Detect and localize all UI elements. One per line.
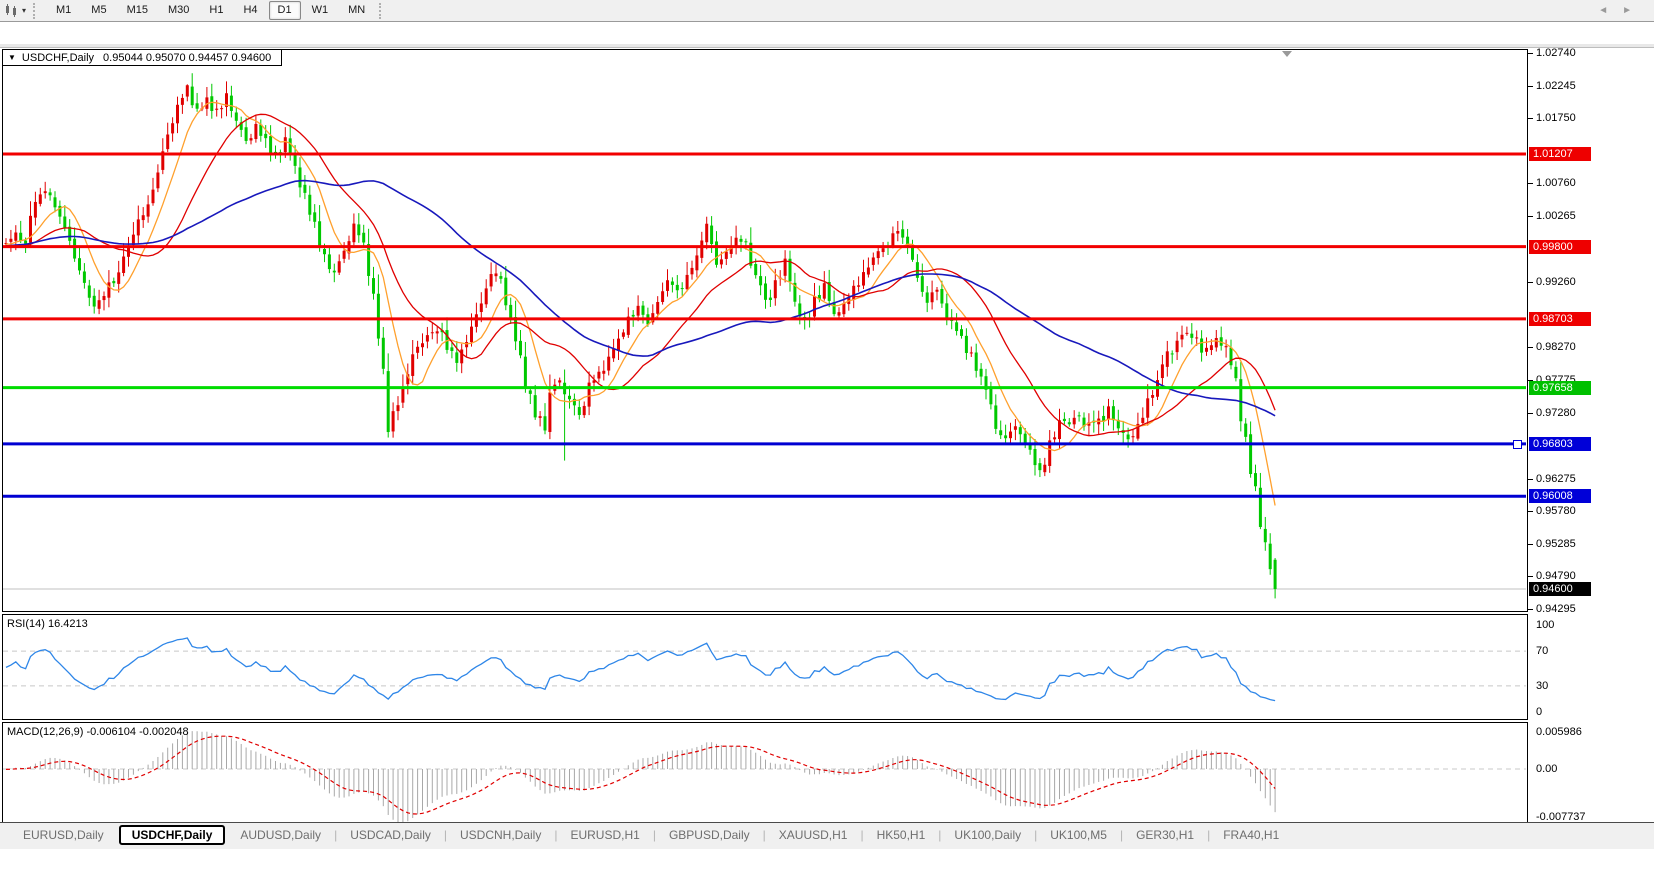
price-axis-tick: 1.02740 xyxy=(1536,47,1576,59)
price-axis-tick: 0.99260 xyxy=(1536,276,1576,288)
chart-shift-marker-icon[interactable] xyxy=(1282,51,1292,57)
price-level-badge: 0.94600 xyxy=(1529,582,1591,596)
price-axis-tick: 0.94295 xyxy=(1536,603,1576,615)
price-axis-tickmark xyxy=(1528,576,1533,577)
price-axis-tickmark xyxy=(1528,282,1533,283)
price-axis-tickmark xyxy=(1528,413,1533,414)
tab-scroll-left-icon[interactable]: ◄ xyxy=(1598,5,1622,16)
price-level-badge: 0.96803 xyxy=(1529,437,1591,451)
tab-eurusd-daily[interactable]: EURUSD,Daily xyxy=(10,826,117,844)
tab-scroll-right-icon[interactable]: ► xyxy=(1622,5,1646,16)
price-axis-tickmark xyxy=(1528,609,1533,610)
tab-hk50-h1[interactable]: HK50,H1 xyxy=(864,826,939,844)
moving-average-55-line xyxy=(6,181,1275,416)
timeframe-button-m30[interactable]: M30 xyxy=(159,1,198,20)
price-axis-tick: 0.94790 xyxy=(1536,570,1576,582)
price-axis-tickmark xyxy=(1528,216,1533,217)
price-axis-tick: 0.95285 xyxy=(1536,538,1576,550)
price-axis-tick: 0.97280 xyxy=(1536,407,1576,419)
chart-title-box[interactable]: ▼ USDCHF,Daily 0.95044 0.95070 0.94457 0… xyxy=(2,49,282,66)
main-pane-graphics xyxy=(3,73,1526,598)
tab-usdcad-daily[interactable]: USDCAD,Daily xyxy=(337,826,444,844)
chart-tab-bar: EURUSD,DailyUSDCHF,DailyAUDUSD,Daily|USD… xyxy=(0,822,1654,847)
rsi-pane-graphics xyxy=(3,638,1526,701)
chart-ohlc-values: 0.95044 0.95070 0.94457 0.94600 xyxy=(103,52,271,64)
price-axis-tick: 0.96275 xyxy=(1536,473,1576,485)
price-chart-canvas[interactable] xyxy=(0,22,1654,871)
price-axis-tick: 1.00265 xyxy=(1536,210,1576,222)
tab-usdchf-daily[interactable]: USDCHF,Daily xyxy=(119,825,226,845)
price-level-badge: 0.99800 xyxy=(1529,240,1591,254)
chart-region: ▼ USDCHF,Daily 0.95044 0.95070 0.94457 0… xyxy=(0,22,1654,822)
price-axis-tickmark xyxy=(1528,347,1533,348)
tab-scroll-arrows[interactable]: ◄► xyxy=(1598,5,1646,16)
tab-fra40-h1[interactable]: FRA40,H1 xyxy=(1210,826,1292,844)
tab-gbpusd-daily[interactable]: GBPUSD,Daily xyxy=(656,826,763,844)
timeframe-button-w1[interactable]: W1 xyxy=(303,1,338,20)
price-level-badge: 1.01207 xyxy=(1529,147,1591,161)
price-axis-tick: 0.95780 xyxy=(1536,505,1576,517)
tab-eurusd-h1[interactable]: EURUSD,H1 xyxy=(557,826,652,844)
macd-histogram xyxy=(6,731,1275,823)
toolbar-drag-handle-2[interactable] xyxy=(379,3,386,19)
rsi-axis-tick: 100 xyxy=(1536,619,1554,631)
timeframe-toolbar: ▾ M1M5M15M30H1H4D1W1MN xyxy=(0,0,1654,22)
timeframe-button-h4[interactable]: H4 xyxy=(234,1,266,20)
price-axis-tick: 1.02245 xyxy=(1536,80,1576,92)
price-axis-tick: 1.01750 xyxy=(1536,112,1576,124)
price-axis-tickmark xyxy=(1528,183,1533,184)
price-axis-tickmark xyxy=(1528,479,1533,480)
price-axis-tick: 1.00760 xyxy=(1536,177,1576,189)
macd-axis-tick: 0.00 xyxy=(1536,763,1557,775)
price-axis-tick: 0.98270 xyxy=(1536,341,1576,353)
tab-audusd-daily[interactable]: AUDUSD,Daily xyxy=(227,826,334,844)
rsi-line xyxy=(6,638,1275,701)
price-axis-tickmark xyxy=(1528,544,1533,545)
macd-signal-line xyxy=(6,736,1275,814)
price-level-badge: 0.96008 xyxy=(1529,489,1591,503)
macd-indicator-label: MACD(12,26,9) -0.006104 -0.002048 xyxy=(7,726,189,738)
tab-usdcnh-daily[interactable]: USDCNH,Daily xyxy=(447,826,554,844)
rsi-axis-tick: 30 xyxy=(1536,680,1548,692)
tab-uk100-m5[interactable]: UK100,M5 xyxy=(1037,826,1120,844)
tab-ger30-h1[interactable]: GER30,H1 xyxy=(1123,826,1207,844)
timeframe-button-m1[interactable]: M1 xyxy=(47,1,80,20)
price-level-badge: 0.97658 xyxy=(1529,381,1591,395)
price-axis-tickmark xyxy=(1528,86,1533,87)
price-axis-tickmark xyxy=(1528,118,1533,119)
collapse-arrow-icon[interactable]: ▼ xyxy=(8,53,16,62)
line-selection-grip[interactable] xyxy=(1513,440,1522,449)
toolbar-drag-handle[interactable] xyxy=(33,3,40,19)
chart-type-dropdown-arrow-icon[interactable]: ▾ xyxy=(22,6,26,15)
rsi-axis-tick: 70 xyxy=(1536,645,1548,657)
macd-axis-tick: 0.005986 xyxy=(1536,726,1582,738)
price-level-badge: 0.98703 xyxy=(1529,312,1591,326)
macd-pane-graphics xyxy=(3,731,1526,823)
rsi-indicator-label: RSI(14) 16.4213 xyxy=(7,618,88,630)
timeframe-button-h1[interactable]: H1 xyxy=(200,1,232,20)
price-axis-tickmark xyxy=(1528,53,1533,54)
timeframe-button-m15[interactable]: M15 xyxy=(118,1,157,20)
chart-type-icon[interactable] xyxy=(4,4,20,18)
timeframe-button-mn[interactable]: MN xyxy=(339,1,374,20)
price-axis-tickmark xyxy=(1528,511,1533,512)
chart-symbol-period: USDCHF,Daily xyxy=(22,52,94,64)
timeframe-button-d1[interactable]: D1 xyxy=(269,1,301,20)
tab-xauusd-h1[interactable]: XAUUSD,H1 xyxy=(766,826,861,844)
timeframe-button-m5[interactable]: M5 xyxy=(82,1,115,20)
rsi-axis-tick: 0 xyxy=(1536,706,1542,718)
candlestick-series xyxy=(5,73,1277,598)
tab-uk100-daily[interactable]: UK100,Daily xyxy=(941,826,1034,844)
